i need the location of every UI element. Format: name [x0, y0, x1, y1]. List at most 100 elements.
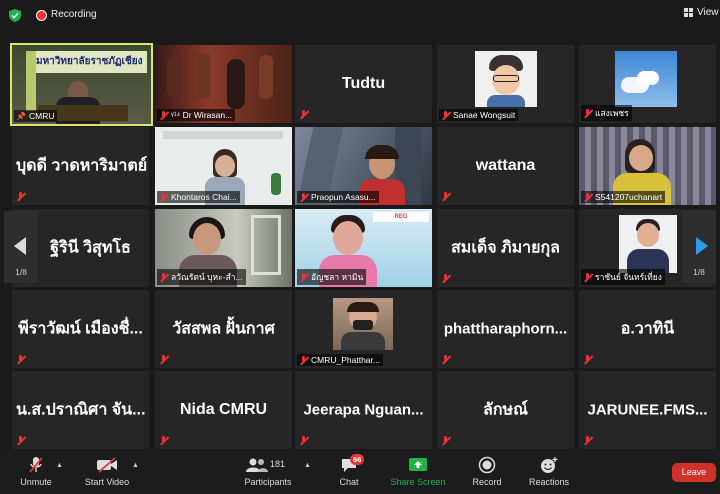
name-label: Khontaros Chai...: [157, 191, 240, 203]
audio-options-caret-icon[interactable]: ▲: [56, 462, 63, 469]
muted-mic-icon: [159, 192, 168, 202]
record-label: Record: [472, 477, 502, 487]
participant-name-large: wattana: [475, 157, 536, 174]
person-face: [629, 145, 653, 171]
muted-mic-icon: [583, 272, 592, 282]
name-label: อัญชลา หามิน: [297, 269, 367, 285]
leave-button[interactable]: Leave: [672, 463, 716, 482]
name-label: 📌 CMRU: [14, 110, 58, 122]
reactions-button[interactable]: Reactions: [524, 456, 574, 487]
muted-mic-icon: [583, 108, 592, 118]
name-text: ราชันย์ จันทร์เที่ยง: [595, 272, 662, 282]
muted-mic-icon: [441, 436, 450, 445]
video-tile-nida[interactable]: Nida CMRU: [155, 371, 292, 449]
cmru-backdrop-pole: [26, 51, 36, 111]
record-icon: [478, 456, 496, 474]
muted-mic-icon: [159, 436, 168, 445]
video-tile-lawanrat[interactable]: ลวัณรัตน์ บุหะ-สำ...: [155, 209, 292, 287]
figure-1: [167, 57, 181, 97]
video-tile-saengphet[interactable]: แสงเพชร: [579, 45, 716, 123]
unmute-label: Unmute: [20, 477, 52, 487]
muted-mic-icon: [159, 272, 168, 282]
video-tile-phattharaphorn[interactable]: phattharaphorn...: [437, 290, 574, 368]
encryption-shield-icon[interactable]: [9, 9, 21, 22]
record-button[interactable]: Record: [468, 456, 506, 487]
participant-name-large: Jeerapa Nguan...: [303, 401, 424, 419]
video-tile-somdet[interactable]: สมเด็จ ภิมายกุล: [437, 209, 574, 287]
name-label: Sanae Wongsuit: [439, 109, 519, 121]
start-video-button[interactable]: Start Video: [80, 456, 134, 487]
name-text: CMRU: [28, 111, 55, 121]
video-tile-khontaros[interactable]: Khontaros Chai...: [155, 127, 292, 205]
view-button[interactable]: View: [684, 7, 719, 18]
name-text: แสงเพชร: [595, 108, 629, 118]
name-text: อัญชลา หามิน: [311, 272, 364, 282]
video-tile-uchanart[interactable]: S541207uchanart: [579, 127, 716, 205]
video-tile-wattana[interactable]: wattana: [437, 127, 574, 205]
pin-icon: 📌: [16, 111, 26, 121]
muted-mic-icon: [441, 110, 450, 120]
cloud-shape: [637, 71, 659, 85]
chat-button[interactable]: 66 Chat: [332, 454, 366, 487]
reactions-label: Reactions: [528, 477, 570, 487]
person-face: [333, 221, 363, 255]
video-tile-lak[interactable]: ลักษณ์: [437, 371, 574, 449]
figure-2: [195, 53, 211, 99]
video-tile-sanae[interactable]: Sanae Wongsuit: [437, 45, 574, 123]
participants-button[interactable]: 181 Participants: [240, 456, 296, 487]
sky-picture: [615, 51, 677, 107]
participant-name-large: phattharaphorn...: [443, 320, 568, 338]
name-label: Praopun Asasu...: [297, 191, 379, 203]
profile-picture: [333, 298, 393, 350]
video-tile-jeerapa[interactable]: Jeerapa Nguan...: [295, 371, 432, 449]
muted-mic-icon: [159, 355, 168, 364]
figure-4: [259, 55, 273, 99]
muted-mic-icon: [16, 355, 25, 364]
muted-mic-icon: [583, 436, 592, 445]
meeting-topbar: Recording View: [0, 0, 720, 32]
name-text: ลวัณรัตน์ บุหะ-สำ...: [171, 272, 243, 282]
grid-view-icon: [684, 8, 693, 17]
unmute-button[interactable]: Unmute: [14, 456, 58, 487]
avatar-glasses: [493, 75, 519, 82]
start-video-label: Start Video: [84, 477, 130, 487]
reg-logo: REG: [373, 212, 429, 222]
participant-name-large: พีราวัฒน์ เมืองชื่...: [18, 320, 143, 338]
video-tile-peerawat[interactable]: พีราวัฒน์ เมืองชื่...: [12, 290, 149, 368]
video-options-caret-icon[interactable]: ▲: [132, 462, 139, 469]
name-label: S541207uchanart: [581, 191, 666, 203]
video-tile-dr-wirasan[interactable]: ᵞ¹⁴ Dr Wirasan...: [155, 45, 292, 123]
participant-name-large: Tudtu: [341, 75, 386, 92]
page-indicator-right: 1/8: [693, 267, 705, 277]
figure-3: [227, 59, 245, 109]
video-tile-wathinee[interactable]: อ.วาทินี: [579, 290, 716, 368]
video-tile-pranisa[interactable]: น.ส.ปราณิศา จัน...: [12, 371, 149, 449]
arrow-left-icon: [14, 237, 26, 255]
cmru-banner: มหาวิทยาลัยราชภัฏเชียง: [32, 51, 147, 73]
video-tile-watsaphon[interactable]: วัสสพล ฝั้นกาศ: [155, 290, 292, 368]
participants-options-caret-icon[interactable]: ▲: [304, 462, 311, 469]
video-tile-cmru-phatthar[interactable]: CMRU_Phatthar...: [295, 290, 432, 368]
previous-page-button[interactable]: 1/8: [4, 211, 38, 283]
muted-mic-icon: [16, 192, 25, 201]
name-text: Khontaros Chai...: [171, 192, 237, 202]
video-tile-cmru[interactable]: มหาวิทยาลัยราชภัฏเชียง 📌 CMRU: [10, 43, 153, 126]
name-label: ᵞ¹⁴ Dr Wirasan...: [157, 109, 236, 121]
video-tile-budd[interactable]: บุดดี วาดหาริมาตย์: [12, 127, 149, 205]
chat-icon-wrap: 66: [340, 454, 365, 474]
avatar-picture: [475, 51, 537, 107]
arrow-right-icon: [696, 237, 708, 255]
video-tile-anchala[interactable]: REG อัญชลา หามิน: [295, 209, 432, 287]
video-tile-jarunee[interactable]: JARUNEE.FMS...: [579, 371, 716, 449]
muted-mic-icon: [441, 274, 450, 283]
view-label: View: [697, 7, 719, 18]
person-face: [637, 223, 659, 247]
person-hair: [365, 145, 399, 159]
video-tile-tudtu[interactable]: Tudtu: [295, 45, 432, 123]
share-screen-button[interactable]: Share Screen: [388, 456, 448, 487]
video-tile-praopun[interactable]: Praopun Asasu...: [295, 127, 432, 205]
participant-name-large: Nida CMRU: [179, 401, 268, 418]
next-page-button[interactable]: 1/8: [682, 211, 716, 283]
participant-count: 181: [270, 459, 286, 469]
reactions-smiley-icon: [540, 456, 558, 474]
